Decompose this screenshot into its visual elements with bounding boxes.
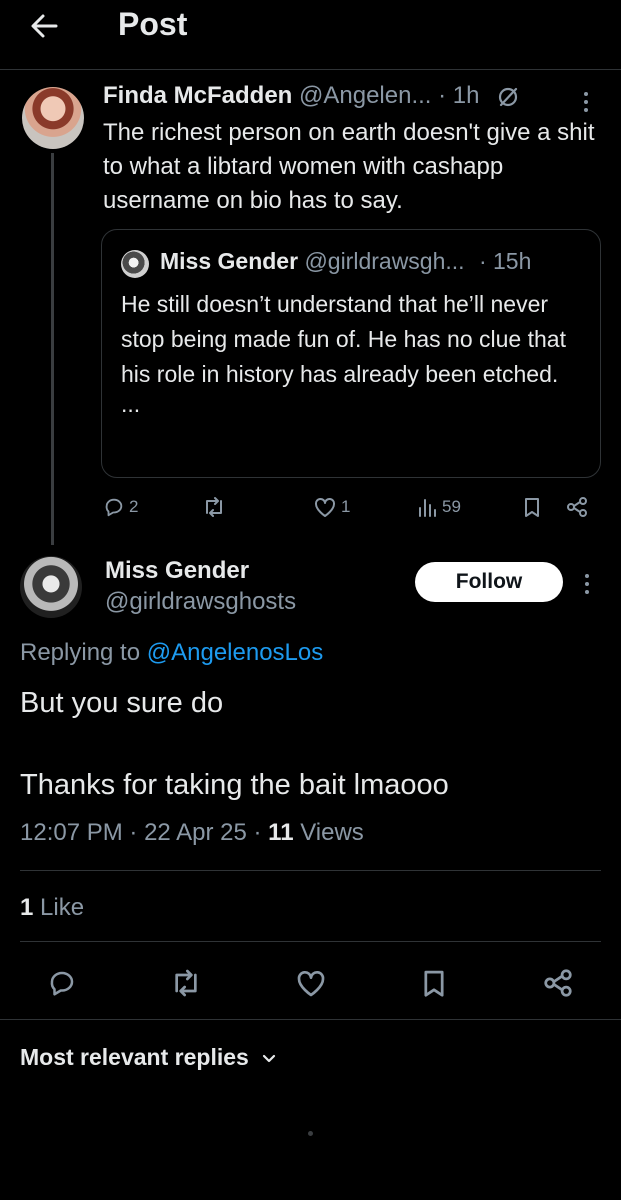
author-handle[interactable]: @Angelen... (299, 82, 431, 109)
like-button[interactable] (295, 968, 327, 998)
header-divider (0, 69, 621, 70)
views-count: 11 (268, 819, 294, 846)
reply-button[interactable] (47, 968, 77, 998)
share-icon (543, 968, 573, 998)
bookmark-icon (420, 968, 448, 998)
tweet-time: · 1h (438, 82, 480, 109)
replying-handle-link[interactable]: @AngelenosLos (147, 639, 323, 666)
parent-tweet-header: Finda McFadden @Angelen... · 1h (103, 82, 520, 110)
loading-dot (308, 1131, 313, 1136)
author-handle[interactable]: @girldrawsghosts (105, 588, 296, 616)
share-icon (566, 496, 588, 518)
views-icon (416, 496, 438, 518)
share-button[interactable] (566, 496, 588, 518)
author-name[interactable]: Miss Gender (105, 557, 249, 585)
reply-count: 2 (129, 497, 139, 516)
tweet-meta: 12:07 PM · 22 Apr 25 · 11 Views (20, 819, 364, 846)
repost-button[interactable] (202, 496, 226, 518)
more-options-icon[interactable] (581, 572, 593, 596)
author-name[interactable]: Finda McFadden (103, 82, 292, 109)
views-count: 59 (442, 497, 461, 516)
more-options-icon[interactable] (580, 90, 592, 114)
replies-sort-label: Most relevant replies (20, 1044, 249, 1070)
bookmark-button[interactable] (420, 968, 448, 998)
tweet-time[interactable]: 12:07 PM (20, 819, 123, 846)
tweet-date[interactable]: 22 Apr 25 (144, 819, 247, 846)
avatar[interactable] (22, 87, 84, 149)
thread-connector (51, 153, 54, 545)
likes-summary[interactable]: 1 Like (20, 894, 84, 922)
replying-label: Replying to (20, 639, 141, 666)
avatar (121, 250, 149, 278)
quoted-text: He still doesn’t understand that he’ll n… (121, 291, 566, 387)
reply-icon (47, 968, 77, 998)
divider (20, 870, 601, 871)
replies-sort-dropdown[interactable]: Most relevant replies (20, 1044, 277, 1071)
divider (0, 1019, 621, 1020)
tweet-text: The richest person on earth doesn't give… (103, 119, 595, 214)
back-arrow-icon[interactable] (28, 10, 60, 42)
quoted-tweet-text: He still doesn’t understand that he’ll n… (121, 287, 591, 416)
bookmark-button[interactable] (522, 496, 542, 518)
quoted-tweet-header: Miss Gender @girldrawsgh... · 15h (160, 248, 531, 275)
grok-icon[interactable] (496, 85, 520, 109)
quoted-author-handle: @girldrawsgh... (304, 248, 465, 274)
repost-icon (170, 968, 202, 998)
replying-to: Replying to @AngelenosLos (20, 639, 323, 667)
likes-label: Like (40, 894, 85, 921)
page-title: Post (118, 6, 188, 42)
bookmark-icon (522, 496, 542, 518)
share-button[interactable] (543, 968, 573, 998)
follow-button[interactable]: Follow (415, 562, 563, 602)
like-count: 1 (341, 497, 351, 516)
reply-button[interactable]: 2 (103, 496, 138, 518)
chevron-down-icon (261, 1052, 277, 1064)
quoted-author-name: Miss Gender (160, 248, 299, 274)
repost-button[interactable] (170, 968, 202, 998)
reply-icon (103, 496, 125, 518)
tweet-text-line-1: But you sure do (20, 687, 224, 719)
divider (20, 941, 601, 942)
avatar[interactable] (20, 556, 82, 618)
views-label: Views (300, 819, 364, 846)
quoted-tweet-time: · 15h (478, 248, 532, 274)
heart-icon (295, 968, 327, 998)
tweet-text-line-2: Thanks for taking the bait lmaooo (20, 769, 449, 801)
quoted-ellipsis: ... (121, 391, 141, 417)
heart-icon (313, 496, 337, 518)
repost-icon (202, 496, 226, 518)
likes-count: 1 (20, 894, 34, 921)
like-button[interactable]: 1 (313, 496, 350, 518)
views-button[interactable]: 59 (416, 496, 461, 518)
